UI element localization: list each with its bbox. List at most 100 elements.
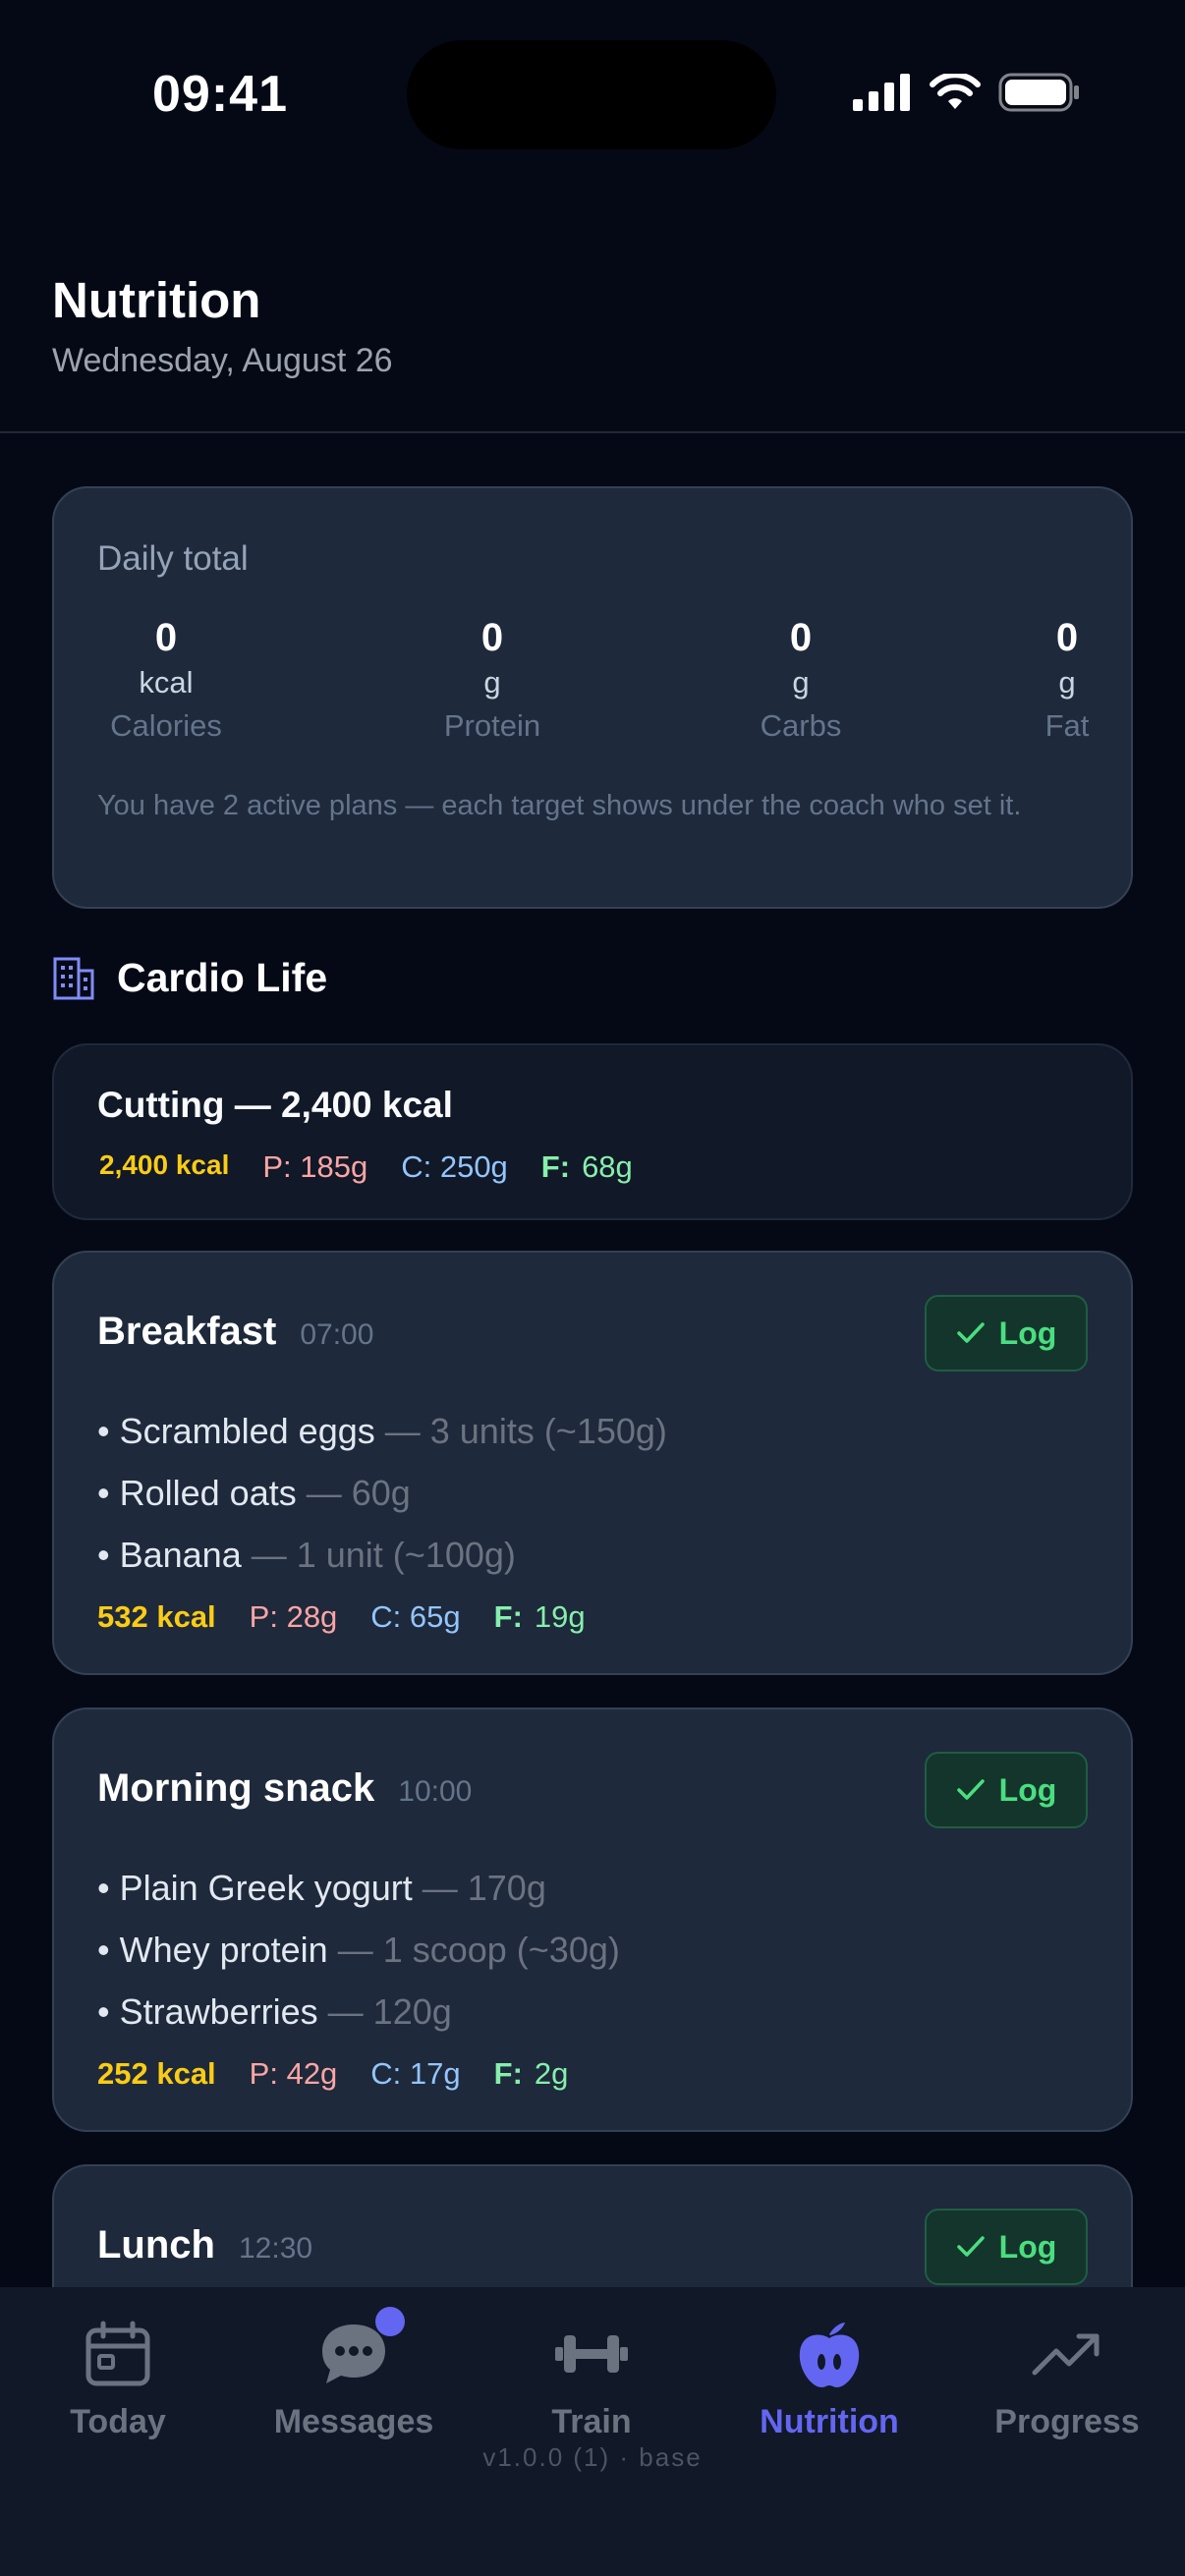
tab-label: Train xyxy=(551,2403,632,2440)
total-unit: g xyxy=(792,665,810,700)
tab-label: Progress xyxy=(994,2403,1140,2440)
meal-name: Lunch xyxy=(97,2223,215,2267)
status-time: 09:41 xyxy=(152,66,288,123)
meal-kcal: 532 kcal xyxy=(97,1599,216,1634)
list-item: • Rolled oats — 60g xyxy=(97,1462,667,1524)
meal-card-breakfast: Breakfast 07:00 Log • Scrambled eggs — 3… xyxy=(52,1251,1133,1675)
plan-fat: F: 68g xyxy=(541,1149,633,1185)
meal-time: 10:00 xyxy=(398,1775,473,1808)
plan-title: Cutting — 2,400 kcal xyxy=(97,1085,453,1125)
tab-today[interactable]: Today xyxy=(20,2315,216,2441)
meal-title: Lunch 12:30 xyxy=(97,2223,312,2268)
fat-label: F: xyxy=(493,2056,523,2091)
list-item: • Scrambled eggs — 3 units (~150g) xyxy=(97,1400,667,1462)
tab-progress[interactable]: Progress xyxy=(969,2315,1165,2441)
dynamic-island xyxy=(407,40,776,149)
food-name: • Banana xyxy=(97,1535,242,1575)
list-item: • Banana — 1 unit (~100g) xyxy=(97,1524,667,1586)
wifi-icon xyxy=(930,74,981,109)
log-label: Log xyxy=(998,2228,1057,2265)
tab-nutrition[interactable]: Nutrition xyxy=(731,2315,928,2441)
tab-label: Nutrition xyxy=(760,2403,899,2440)
signal-icon xyxy=(853,74,910,111)
daily-total-card: Daily total 0 kcal Calories 0 g Protein … xyxy=(52,486,1133,909)
total-protein: 0 g Protein xyxy=(414,616,571,748)
total-value: 0 xyxy=(480,616,504,659)
fat-label: F: xyxy=(540,1149,571,1184)
meal-kcal: 252 kcal xyxy=(97,2056,216,2091)
total-carbs: 0 g Carbs xyxy=(732,616,870,748)
food-name: • Strawberries xyxy=(97,1991,318,2032)
daily-total-label: Daily total xyxy=(97,539,249,578)
unread-badge xyxy=(375,2307,405,2336)
meal-name: Breakfast xyxy=(97,1310,277,1353)
checkmark-icon xyxy=(956,1322,985,1343)
page-date: Wednesday, August 26 xyxy=(52,342,393,379)
total-unit: g xyxy=(1058,665,1076,700)
food-name: • Plain Greek yogurt xyxy=(97,1868,413,1908)
checkmark-icon xyxy=(956,2236,985,2257)
food-qty: — 1 unit (~100g) xyxy=(241,1535,516,1575)
meal-carbs: C: 17g xyxy=(370,2056,461,2091)
total-unit: kcal xyxy=(139,665,194,700)
bottom-tab-bar: Today Messages Train Nutrition Progress … xyxy=(0,2287,1185,2576)
calendar-icon xyxy=(85,2321,150,2386)
coach-name: Cardio Life xyxy=(117,955,328,1000)
status-icons xyxy=(853,73,1081,112)
tab-label: Today xyxy=(70,2403,166,2440)
coach-header: Cardio Life xyxy=(52,955,327,1001)
food-qty: — 3 units (~150g) xyxy=(374,1411,667,1451)
list-item: • Strawberries — 120g xyxy=(97,1981,620,2043)
meal-time: 07:00 xyxy=(300,1318,374,1351)
total-unit: g xyxy=(483,665,501,700)
food-qty: — 1 scoop (~30g) xyxy=(327,1930,620,1970)
active-plans-note: You have 2 active plans — each target sh… xyxy=(97,790,1022,821)
checkmark-icon xyxy=(956,1779,985,1800)
fat-value: 2g xyxy=(534,2056,569,2091)
page-header: Nutrition Wednesday, August 26 xyxy=(0,187,1185,433)
apple-icon xyxy=(799,2323,860,2387)
plan-kcal: 2,400 kcal xyxy=(99,1149,230,1180)
tab-train[interactable]: Train xyxy=(493,2315,690,2441)
meal-protein: P: 42g xyxy=(249,2056,338,2091)
plan-macros: 2,400 kcal P: 185g C: 250g F: 68g xyxy=(99,1149,633,1185)
status-bar: 09:41 xyxy=(0,0,1185,187)
battery-icon xyxy=(998,73,1079,112)
building-icon xyxy=(53,957,94,999)
meal-macros: 532 kcal P: 28g C: 65g F: 19g xyxy=(97,1599,586,1635)
list-item: • Plain Greek yogurt — 170g xyxy=(97,1857,620,1919)
log-meal-button[interactable]: Log xyxy=(925,1752,1088,1828)
list-item: • Whey protein — 1 scoop (~30g) xyxy=(97,1919,620,1981)
plan-card[interactable]: Cutting — 2,400 kcal 2,400 kcal P: 185g … xyxy=(52,1043,1133,1220)
meal-title: Morning snack 10:00 xyxy=(97,1766,472,1811)
total-value: 0 xyxy=(154,616,178,659)
tab-label: Messages xyxy=(273,2403,434,2440)
food-qty: — 60g xyxy=(296,1473,411,1513)
log-label: Log xyxy=(998,1315,1057,1351)
meal-title: Breakfast 07:00 xyxy=(97,1310,373,1354)
total-value: 0 xyxy=(1055,616,1079,659)
total-calories: 0 kcal Calories xyxy=(97,616,235,748)
food-name: • Whey protein xyxy=(97,1930,328,1970)
log-label: Log xyxy=(998,1771,1057,1808)
fat-value: 19g xyxy=(534,1599,586,1634)
meal-items: • Scrambled eggs — 3 units (~150g) • Rol… xyxy=(97,1400,667,1586)
meal-time: 12:30 xyxy=(238,2232,313,2265)
log-meal-button[interactable]: Log xyxy=(925,2209,1088,2285)
total-value: 0 xyxy=(789,616,813,659)
meal-name: Morning snack xyxy=(97,1766,375,1810)
total-name: Protein xyxy=(443,708,541,743)
total-fat: 0 g Fat xyxy=(1033,616,1101,748)
tab-messages[interactable]: Messages xyxy=(255,2307,452,2441)
log-meal-button[interactable]: Log xyxy=(925,1295,1088,1372)
total-name: Fat xyxy=(1044,708,1090,743)
plan-protein: P: 185g xyxy=(262,1149,368,1184)
food-name: • Scrambled eggs xyxy=(97,1411,375,1451)
fat-value: 68g xyxy=(582,1149,633,1184)
trend-up-icon xyxy=(1032,2333,1100,2376)
app-version: v1.0.0 (1) · base xyxy=(482,2442,703,2472)
fat-label: F: xyxy=(493,1599,523,1634)
dumbbell-icon xyxy=(555,2335,628,2373)
meal-carbs: C: 65g xyxy=(370,1599,461,1634)
meal-fat: F: 2g xyxy=(494,2056,569,2092)
